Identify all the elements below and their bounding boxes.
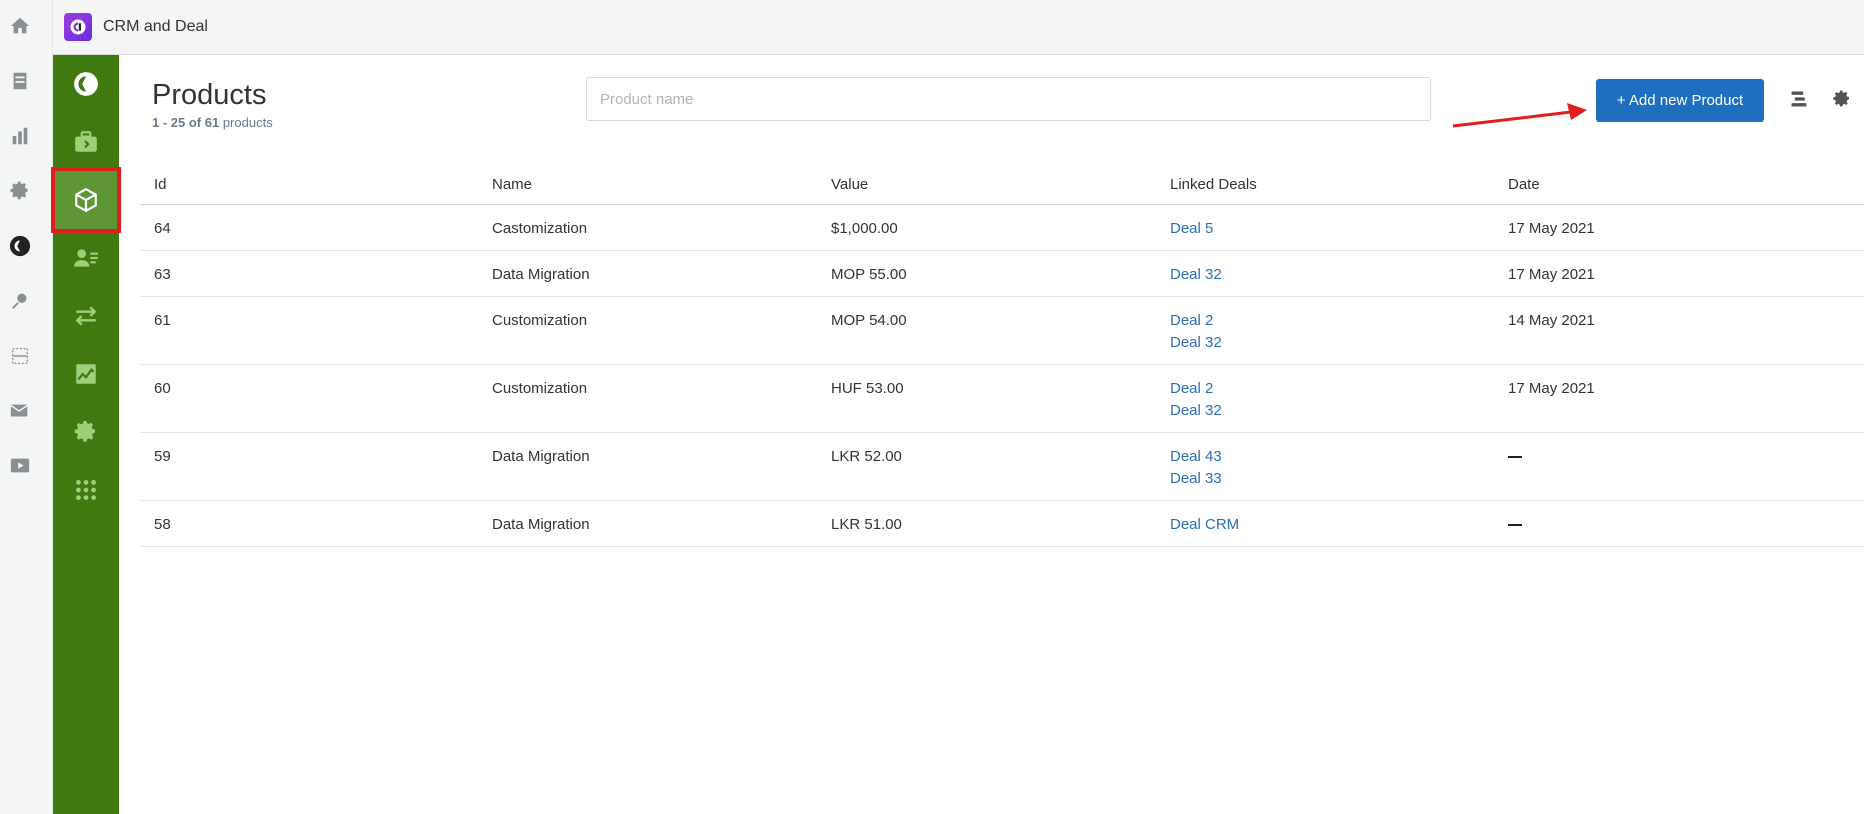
cell-id: 64: [154, 220, 171, 237]
table-row[interactable]: 58 Data Migration LKR 51.00 Deal CRM: [140, 501, 1864, 547]
table-row[interactable]: 59 Data Migration LKR 52.00 Deal 43 Deal…: [140, 433, 1864, 501]
apps-grid-icon: [76, 480, 96, 500]
header-value[interactable]: Value: [817, 176, 1156, 193]
sidebar-item-settings[interactable]: [53, 403, 119, 461]
cell-name: Data Migration: [492, 266, 590, 283]
cell-id: 59: [154, 448, 171, 465]
sidebar-logo-icon[interactable]: [53, 55, 119, 113]
cell-date: [1494, 501, 1864, 546]
cell-id: 60: [154, 380, 171, 397]
outer-rail: [0, 0, 53, 814]
deal-link[interactable]: Deal CRM: [1170, 514, 1494, 536]
product-box-icon: [75, 187, 97, 213]
deal-link[interactable]: Deal 2: [1170, 310, 1494, 332]
contacts-icon: [74, 249, 98, 267]
header-name[interactable]: Name: [478, 176, 817, 193]
app-logo-icon[interactable]: [8, 234, 32, 258]
cell-name: Data Migration: [492, 448, 590, 465]
cell-id: 61: [154, 312, 171, 329]
cell-date: 17 May 2021: [1508, 266, 1595, 283]
sidebar-item-deals[interactable]: [53, 113, 119, 171]
count-range: 1 - 25 of 61: [152, 115, 220, 130]
briefcase-icon: [75, 131, 97, 152]
deal-link[interactable]: Deal 32: [1170, 332, 1494, 354]
search-person-icon[interactable]: [8, 289, 32, 313]
deal-link[interactable]: Deal 43: [1170, 446, 1494, 468]
deal-link[interactable]: Deal 33: [1170, 468, 1494, 490]
cell-linked-deals: Deal 5: [1156, 205, 1494, 250]
sidebar-item-contacts[interactable]: [53, 229, 119, 287]
add-new-product-button[interactable]: + Add new Product: [1596, 79, 1764, 122]
mail-check-icon[interactable]: [8, 399, 32, 423]
play-icon[interactable]: [8, 454, 32, 478]
page-count: 1 - 25 of 61 products: [152, 115, 273, 130]
home-icon[interactable]: [8, 14, 32, 38]
cell-value: LKR 51.00: [831, 516, 902, 533]
deal-link[interactable]: Deal 5: [1170, 218, 1494, 240]
settings-gear-icon[interactable]: [1830, 87, 1854, 111]
product-search-input[interactable]: [586, 77, 1431, 121]
cell-linked-deals: Deal CRM: [1156, 501, 1494, 546]
cell-value: MOP 55.00: [831, 266, 907, 283]
module-sidebar: [51, 55, 121, 814]
deal-link[interactable]: Deal 32: [1170, 400, 1494, 422]
cell-value: $1,000.00: [831, 220, 898, 237]
bar-chart-icon[interactable]: [8, 124, 32, 148]
top-bar: CRM and Deal: [53, 0, 1864, 55]
sidebar-item-apps[interactable]: [53, 461, 119, 519]
divider-icon[interactable]: [8, 344, 32, 368]
sort-menu-icon[interactable]: [1787, 87, 1811, 111]
cell-id: 63: [154, 266, 171, 283]
main-content: Products 1 - 25 of 61 products + Add new…: [119, 55, 1864, 814]
sidebar-item-analytics[interactable]: [53, 345, 119, 403]
cell-linked-deals: Deal 2 Deal 32: [1156, 365, 1494, 432]
deal-link[interactable]: Deal 32: [1170, 264, 1494, 286]
cell-linked-deals: Deal 32: [1156, 251, 1494, 296]
cell-name: Data Migration: [492, 516, 590, 533]
settings-icon: [74, 420, 96, 442]
cell-linked-deals: Deal 43 Deal 33: [1156, 433, 1494, 500]
cell-value: HUF 53.00: [831, 380, 904, 397]
empty-date-dash: [1508, 524, 1522, 527]
table-header: Id Name Value Linked Deals Date: [140, 165, 1864, 205]
cell-value: LKR 52.00: [831, 448, 902, 465]
header-linked-deals[interactable]: Linked Deals: [1156, 176, 1494, 193]
empty-date-dash: [1508, 456, 1522, 459]
table-row[interactable]: 61 Customization MOP 54.00 Deal 2 Deal 3…: [140, 297, 1864, 365]
table-row[interactable]: 60 Customization HUF 53.00 Deal 2 Deal 3…: [140, 365, 1864, 433]
app-title: CRM and Deal: [103, 18, 208, 35]
table-row[interactable]: 64 Castomization $1,000.00 Deal 5 17 May…: [140, 205, 1864, 251]
table-row[interactable]: 63 Data Migration MOP 55.00 Deal 32 17 M…: [140, 251, 1864, 297]
cell-date: 14 May 2021: [1508, 312, 1595, 329]
sidebar-item-transfer[interactable]: [53, 287, 119, 345]
cell-id: 58: [154, 516, 171, 533]
cell-date: 17 May 2021: [1508, 380, 1595, 397]
cell-date: [1494, 433, 1864, 500]
analytics-icon: [76, 364, 96, 384]
cell-linked-deals: Deal 2 Deal 32: [1156, 297, 1494, 364]
count-suffix: products: [222, 115, 273, 130]
cell-value: MOP 54.00: [831, 312, 907, 329]
annotation-arrow: [1452, 103, 1587, 128]
cell-name: Castomization: [492, 220, 588, 237]
archive-icon[interactable]: [8, 69, 32, 93]
deal-link[interactable]: Deal 2: [1170, 378, 1494, 400]
cell-name: Customization: [492, 312, 588, 329]
products-table: Id Name Value Linked Deals Date 64 Casto…: [140, 165, 1864, 547]
cell-date: 17 May 2021: [1508, 220, 1595, 237]
header-id[interactable]: Id: [140, 176, 478, 193]
app-logo-icon[interactable]: [64, 13, 92, 41]
header-date[interactable]: Date: [1494, 176, 1864, 193]
page-title: Products: [152, 79, 267, 111]
gear-icon[interactable]: [8, 179, 32, 203]
sidebar-item-products[interactable]: [51, 167, 121, 233]
transfer-icon: [75, 306, 97, 326]
cell-name: Customization: [492, 380, 588, 397]
